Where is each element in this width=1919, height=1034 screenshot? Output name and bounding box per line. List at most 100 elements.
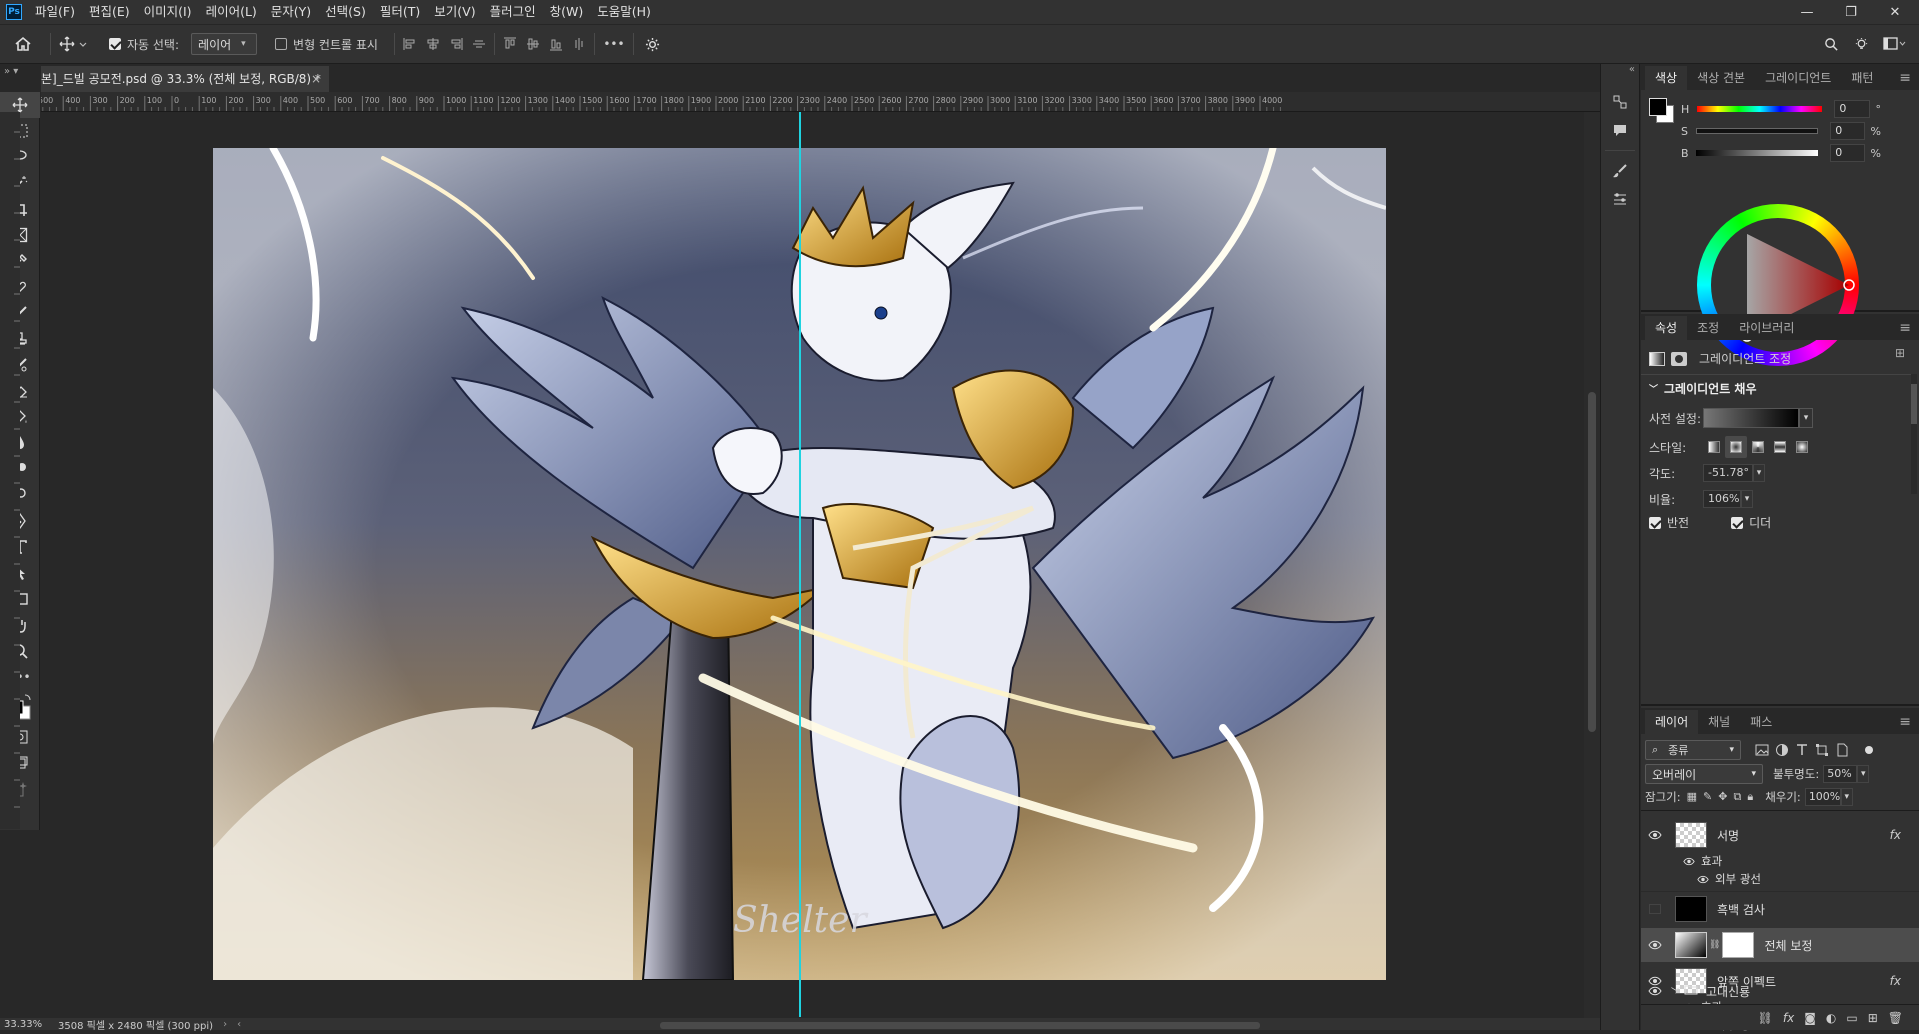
minimize-icon[interactable]: — [1787,0,1827,24]
hue-value[interactable]: 0 [1834,100,1870,118]
tab-swatches[interactable]: 색상 견본 [1687,66,1755,90]
tab-color[interactable]: 색상 [1645,66,1688,90]
smart-object-filter-icon[interactable] [1835,743,1849,757]
group-name[interactable]: 고대신룡 [1706,983,1750,1000]
restore-icon[interactable]: ❐ [1831,0,1871,24]
workspace-icon[interactable] [1880,24,1910,64]
saturation-slider[interactable] [1696,128,1819,134]
lock-transparent-icon[interactable]: ▦ [1687,790,1697,804]
show-transform-checkbox[interactable] [275,38,288,50]
gradient-fill-thumbnail[interactable] [1675,932,1707,958]
menu-edit[interactable]: 편집(E) [82,0,137,24]
menu-type[interactable]: 문자(Y) [264,0,318,24]
fx-badge[interactable]: fx [1890,828,1901,842]
gear-icon[interactable] [642,24,664,64]
new-adjustment-icon[interactable]: ◐ [1826,1011,1836,1025]
reflected-style-icon[interactable] [1769,436,1791,458]
filter-toggle-icon[interactable] [1865,746,1873,754]
show-transform-toggle[interactable]: 변형 컨트롤 표시 [275,24,378,64]
close-tab-icon[interactable]: × [311,66,321,92]
trash-icon[interactable]: 🗑︎ [1888,1011,1903,1025]
link-icon[interactable]: ⛓ [1709,940,1720,950]
scale-input[interactable]: 106% [1703,490,1741,508]
layer-row-total-correction[interactable]: ⛓ 전체 보정 [1641,928,1919,962]
align-middle-icon[interactable] [526,37,540,51]
eye-icon[interactable] [1645,985,1665,997]
eye-icon[interactable] [1693,873,1713,885]
layer-name[interactable]: 흑백 검사 [1717,901,1765,918]
align-bottom-icon[interactable] [549,37,563,51]
home-icon[interactable] [14,24,42,64]
toolbar-collapse-icon[interactable]: » ▾ [0,64,40,92]
brush-settings-icon[interactable] [1601,157,1639,185]
layer-thumbnail[interactable] [1675,896,1707,922]
gradient-fill-section[interactable]: ﹀ 그레이디언트 채우 [1649,380,1757,397]
layer-row-bw-check[interactable]: 흑백 검사 [1641,894,1919,924]
comments-icon[interactable] [1601,116,1639,144]
chevron-down-icon[interactable]: ▾ [1840,788,1853,806]
align-center-h-icon[interactable] [426,37,440,51]
diamond-style-icon[interactable] [1791,436,1813,458]
layer-filter-dropdown[interactable]: ⌕ 종류 ▾ [1645,740,1741,760]
pixel-filter-icon[interactable] [1755,743,1769,757]
menu-layer[interactable]: 레이어(L) [199,0,264,24]
new-layer-icon[interactable]: ⊞ [1868,1011,1878,1025]
add-mask-icon[interactable]: ◙ [1804,1011,1816,1025]
tab-adjustments[interactable]: 조정 [1687,316,1729,340]
tab-channels[interactable]: 채널 [1698,710,1740,734]
radial-style-icon[interactable] [1725,436,1747,458]
effect-row[interactable]: 외부 광선 [1641,870,1919,888]
lock-artboard-icon[interactable]: ⧉ [1733,790,1741,804]
dither-checkbox[interactable] [1731,516,1744,529]
shape-filter-icon[interactable] [1815,743,1829,757]
tab-patterns[interactable]: 패턴 [1841,66,1883,90]
brightness-slider[interactable] [1696,150,1819,156]
add-style-icon[interactable]: fx [1783,1011,1794,1025]
layer-name[interactable]: 전체 보정 [1764,937,1812,954]
lock-all-icon[interactable]: 🔒︎ [1747,790,1753,804]
chevron-down-icon[interactable]: ▾ [1753,464,1765,482]
tab-gradients[interactable]: 그레이디언트 [1755,66,1841,90]
menu-file[interactable]: 파일(F) [28,0,82,24]
chevron-down-icon[interactable]: ▾ [1799,408,1813,428]
zoom-level[interactable]: 33.33% [4,1019,54,1030]
linear-style-icon[interactable] [1703,436,1725,458]
blend-mode-dropdown[interactable]: 오버레이 ▾ [1645,764,1763,784]
angle-style-icon[interactable] [1747,436,1769,458]
align-top-icon[interactable] [503,37,517,51]
move-tool-preset-icon[interactable] [59,24,99,64]
lock-pixels-icon[interactable]: ✎ [1703,790,1712,804]
tab-properties[interactable]: 속성 [1645,316,1688,340]
tab-layers[interactable]: 레이어 [1645,710,1699,734]
menu-plugins[interactable]: 플러그인 [483,0,543,24]
chevron-down-icon[interactable]: ﹀ [1671,985,1680,998]
distribute-h-icon[interactable] [572,37,586,51]
eye-icon[interactable] [1645,939,1665,951]
menu-help[interactable]: 도움말(H) [590,0,658,24]
opacity-input[interactable]: 50% [1823,765,1858,783]
mask-thumbnail[interactable] [1722,932,1755,958]
vertical-scroll-thumb[interactable] [1588,392,1596,732]
menu-select[interactable]: 선택(S) [318,0,373,24]
hidden-eye-icon[interactable] [1645,903,1665,915]
gradient-preset-picker[interactable] [1703,408,1799,428]
adjustments-icon[interactable] [1601,185,1639,213]
properties-menu-icon[interactable]: ≡ [1899,320,1911,336]
auto-select-dropdown[interactable]: 레이어 ▾ [191,33,258,55]
adjustment-filter-icon[interactable] [1775,743,1789,757]
reverse-toggle[interactable]: 반전 디더 [1649,514,1771,531]
layer-thumbnail[interactable] [1675,822,1707,848]
vertical-scrollbar[interactable] [1584,112,1600,1018]
menu-window[interactable]: 창(W) [543,0,591,24]
lock-position-icon[interactable]: ✥ [1718,790,1727,804]
new-group-icon[interactable]: ▭ [1846,1011,1857,1025]
layer-row-group[interactable]: ﹀ 고대신룡 [1641,982,1919,1000]
chevron-right-icon[interactable]: › [223,1019,227,1030]
properties-scrollbar[interactable] [1911,374,1917,494]
collapse-panels-icon[interactable]: « [1601,64,1639,88]
menu-view[interactable]: 보기(V) [427,0,482,24]
eye-icon[interactable] [1645,829,1665,841]
distribute-v-icon[interactable] [472,37,486,51]
saturation-value[interactable]: 0 [1830,122,1865,140]
chevron-down-icon[interactable]: ▾ [1741,490,1753,508]
